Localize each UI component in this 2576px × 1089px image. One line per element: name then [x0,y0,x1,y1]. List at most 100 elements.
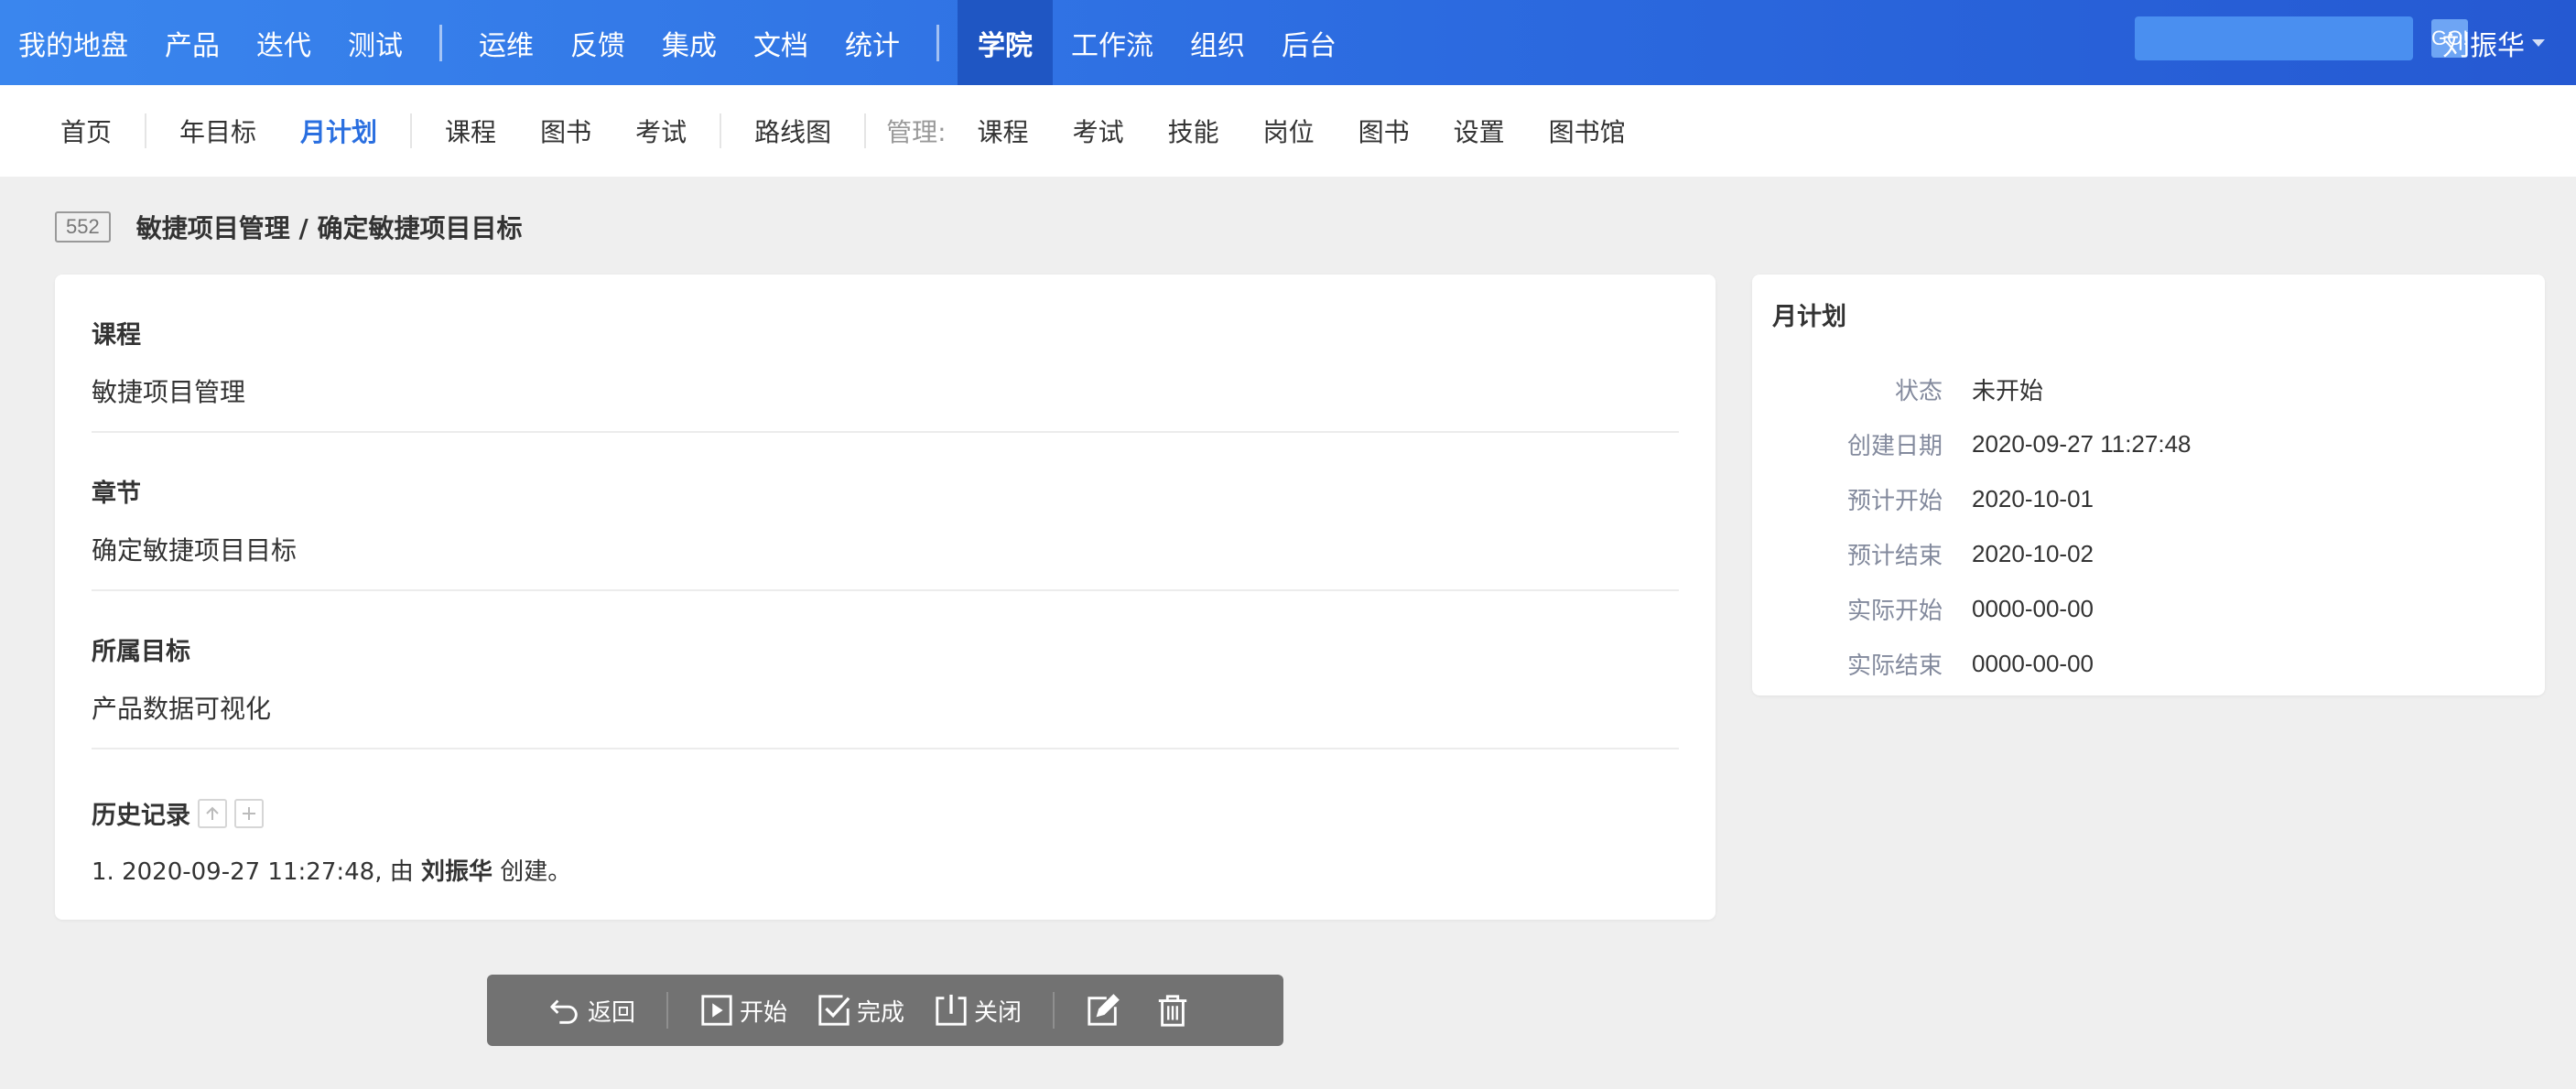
plus-icon [243,806,255,820]
manage-course[interactable]: 课程 [956,113,1051,149]
user-menu[interactable]: 刘振华 [2442,0,2545,85]
history-section: 历史记录 1. 2020-09-27 11:27:48, 由 刘振华 创建。 [92,749,1679,887]
subnav-exam[interactable]: 考试 [613,113,709,149]
field-value: 确定敏捷项目目标 [92,535,298,566]
chapter-field: 章节 确定敏捷项目目标 [92,433,1679,591]
subnav-roadmap[interactable]: 路线图 [732,113,853,149]
nav-divider [439,24,442,61]
id-badge: 552 [55,211,111,243]
info-key: 状态 [1894,377,1943,405]
nav-test[interactable]: 测试 [330,0,421,85]
field-value: 产品数据可视化 [92,694,272,724]
main-nav: 我的地盘 产品 迭代 测试 运维 反馈 集成 文档 统计 学院 工作流 组织 后… [0,0,1355,85]
info-row-actual-end: 实际结束 0000-00-00 [1772,636,2525,691]
close-button[interactable]: 关闭 [919,975,1036,1046]
back-label: 返回 [588,998,636,1027]
info-row-actual-start: 实际开始 0000-00-00 [1772,581,2525,636]
info-value: 2020-10-02 [1972,539,2094,567]
info-value: 未开始 [1972,376,2044,404]
info-row-created: 创建日期 2020-09-27 11:27:48 [1772,416,2525,471]
info-key: 实际开始 [1846,597,1943,625]
nav-integration[interactable]: 集成 [644,0,735,85]
manage-position[interactable]: 岗位 [1241,113,1337,149]
info-row-planned-start: 预计开始 2020-10-01 [1772,471,2525,526]
nav-divider [936,24,939,61]
nav-product[interactable]: 产品 [146,0,238,85]
info-value: 2020-09-27 11:27:48 [1972,429,2192,458]
manage-settings[interactable]: 设置 [1432,113,1527,149]
page-title: 敏捷项目管理 / 确定敏捷项目目标 [135,213,523,243]
nav-ops[interactable]: 运维 [460,0,552,85]
field-value: 敏捷项目管理 [92,377,246,407]
info-key: 预计结束 [1846,542,1943,570]
history-label: 历史记录 [92,802,190,830]
history-entry-action: 创建。 [492,858,572,886]
back-button[interactable]: 返回 [533,975,650,1046]
field-label: 课程 [92,321,141,350]
goal-field: 所属目标 产品数据可视化 [92,591,1679,749]
finish-button[interactable]: 完成 [802,975,919,1046]
nav-workflow[interactable]: 工作流 [1053,0,1172,85]
info-row-status: 状态 未开始 [1772,361,2525,416]
start-button[interactable]: 开始 [685,975,802,1046]
manage-book[interactable]: 图书 [1337,113,1432,149]
subnav-month-plan[interactable]: 月计划 [278,113,399,149]
manage-exam[interactable]: 考试 [1051,113,1146,149]
course-field: 课程 敏捷项目管理 [92,275,1679,433]
history-header: 历史记录 [92,795,1679,831]
action-toolbar: 返回 开始 完成 关闭 [487,975,1283,1046]
caret-down-icon [2532,38,2545,47]
side-card-title: 月计划 [1772,303,1846,331]
info-key: 预计开始 [1846,487,1943,515]
manage-library[interactable]: 图书馆 [1527,113,1648,149]
nav-my-dashboard[interactable]: 我的地盘 [0,0,146,85]
toolbar-divider [1053,992,1055,1029]
finish-label: 完成 [857,998,905,1027]
undo-icon [550,999,578,1024]
top-navbar: 我的地盘 产品 迭代 测试 运维 反馈 集成 文档 统计 学院 工作流 组织 后… [0,0,2576,85]
subnav-divider [410,113,413,148]
nav-iteration[interactable]: 迭代 [238,0,330,85]
nav-academy[interactable]: 学院 [958,0,1053,85]
plan-info-table: 状态 未开始 创建日期 2020-09-27 11:27:48 预计开始 202… [1772,361,2525,691]
search-box: GO! [2135,16,2469,60]
info-value: 0000-00-00 [1972,649,2094,677]
subnav-divider [720,113,722,148]
subnav-home[interactable]: 首页 [38,113,134,149]
field-label: 所属目标 [92,638,190,666]
delete-button[interactable] [1141,975,1210,1046]
start-label: 开始 [740,998,788,1027]
manage-skill[interactable]: 技能 [1146,113,1241,149]
info-key: 实际结束 [1846,652,1943,680]
play-icon [701,995,732,1026]
subnav-divider [864,113,867,148]
field-label: 章节 [92,480,141,508]
history-entry-user: 刘振华 [421,858,493,886]
user-name: 刘振华 [2442,29,2525,62]
nav-organization[interactable]: 组织 [1172,0,1263,85]
subnav-divider [145,113,147,148]
toolbar-divider [666,992,669,1029]
info-value: 2020-10-01 [1972,484,2094,512]
nav-stats[interactable]: 统计 [827,0,918,85]
info-key: 创建日期 [1846,432,1943,460]
subnav-course[interactable]: 课程 [423,113,518,149]
subnav-year-goal[interactable]: 年目标 [157,113,278,149]
nav-admin[interactable]: 后台 [1263,0,1355,85]
expand-history-button[interactable] [234,798,264,828]
detail-card: 课程 敏捷项目管理 章节 确定敏捷项目目标 所属目标 产品数据可视化 历史记录 … [55,275,1716,920]
nav-docs[interactable]: 文档 [735,0,827,85]
edit-icon [1088,994,1120,1026]
history-entry-text: 1. 2020-09-27 11:27:48, 由 [92,858,422,886]
trash-icon [1158,995,1187,1027]
power-icon [936,994,967,1026]
info-value: 0000-00-00 [1972,594,2094,622]
page-header: 552 敏捷项目管理 / 确定敏捷项目目标 [55,209,522,245]
search-input[interactable] [2135,16,2431,60]
history-entry: 1. 2020-09-27 11:27:48, 由 刘振华 创建。 [92,853,1679,887]
close-label: 关闭 [974,998,1023,1027]
edit-button[interactable] [1071,975,1141,1046]
nav-feedback[interactable]: 反馈 [552,0,644,85]
collapse-history-button[interactable] [198,798,227,828]
subnav-book[interactable]: 图书 [518,113,613,149]
